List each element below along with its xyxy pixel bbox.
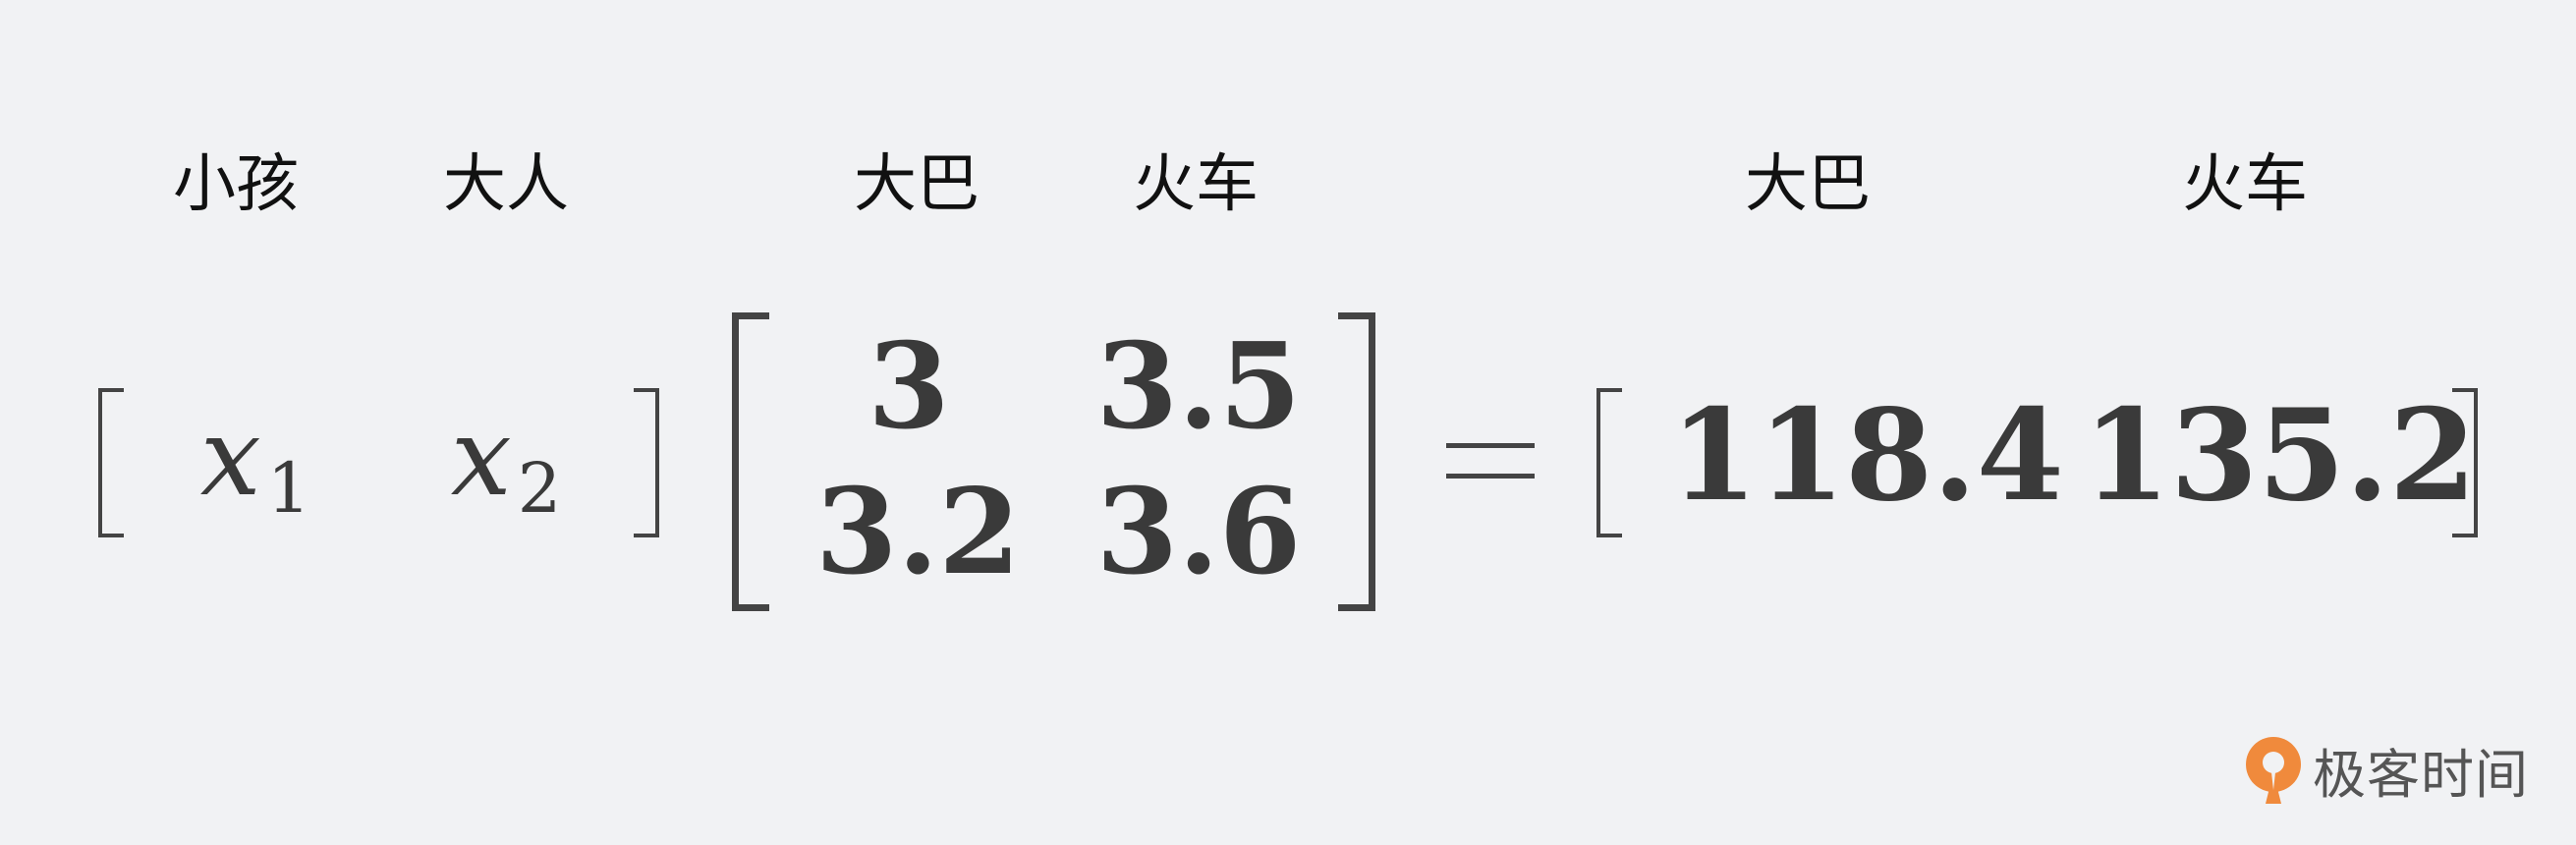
matrix-right-bracket bbox=[1338, 312, 1375, 611]
result-left-bracket bbox=[1596, 388, 1622, 537]
vector-entry-x1: x1 bbox=[182, 403, 329, 529]
result-right-bracket bbox=[2452, 388, 2478, 537]
matrix-left-bracket bbox=[732, 312, 769, 611]
vector-entry-x2: x2 bbox=[432, 403, 580, 529]
label-adult: 大人 bbox=[443, 148, 569, 221]
right-bracket bbox=[634, 388, 659, 537]
geektime-logo-text: 极客时间 bbox=[2313, 743, 2529, 806]
equals-bar bbox=[1446, 474, 1535, 479]
x1-subscript: 1 bbox=[266, 448, 311, 529]
geektime-logo-icon bbox=[2246, 737, 2301, 804]
x1-variable: x bbox=[199, 394, 261, 520]
x2-variable: x bbox=[450, 394, 512, 520]
label-matrix-train: 火车 bbox=[1133, 148, 1259, 221]
label-result-bus: 大巴 bbox=[1745, 148, 1871, 221]
left-bracket bbox=[98, 388, 124, 537]
result-value-bus: 118.4 bbox=[1670, 382, 2064, 530]
geektime-logo: 极客时间 bbox=[2242, 735, 2529, 806]
label-result-train: 火车 bbox=[2182, 148, 2308, 221]
equals-bar bbox=[1446, 443, 1535, 448]
matrix-cell: 3 bbox=[868, 317, 950, 456]
label-matrix-bus: 大巴 bbox=[854, 148, 980, 221]
matrix-cell: 3.5 bbox=[1095, 317, 1302, 456]
result-value-train: 135.2 bbox=[2083, 382, 2477, 530]
matrix-cell: 3.2 bbox=[815, 463, 1021, 601]
matrix-cell: 3.6 bbox=[1095, 463, 1302, 601]
x2-subscript: 2 bbox=[517, 448, 562, 529]
label-child: 小孩 bbox=[173, 148, 299, 221]
